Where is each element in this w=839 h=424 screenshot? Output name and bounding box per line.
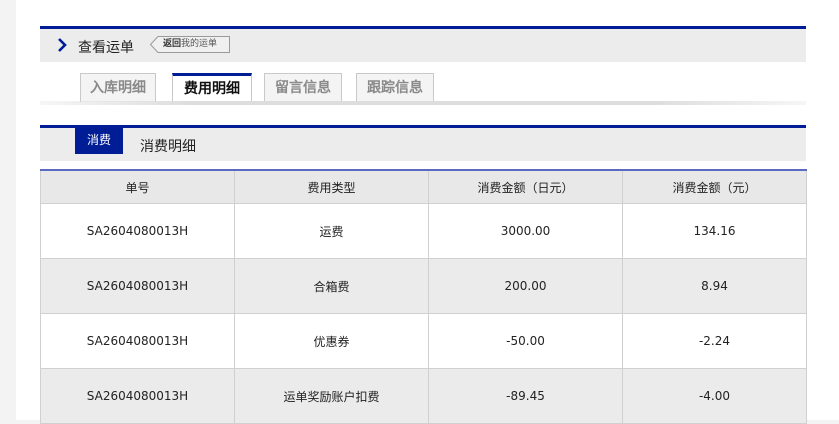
tab-fee-details[interactable]: 费用明细 — [172, 73, 252, 104]
col-amount-jpy: 消费金额（日元） — [428, 169, 623, 204]
section-title: 消费明细 — [140, 139, 196, 155]
col-amount-cny: 消费金额（元） — [622, 169, 807, 204]
cell-amount-cny: -4.00 — [622, 368, 807, 424]
section-header: 消费 消费明细 — [40, 125, 806, 161]
cell-amount-jpy: -50.00 — [428, 313, 623, 369]
back-label-bold: 返回 — [162, 39, 181, 49]
content-panel: 查看运单 返回我的运单 入库明细 费用明细 留言信息 跟踪信息 消费 消费明细 … — [16, 0, 839, 424]
fee-table: 单号 费用类型 消费金额（日元） 消费金额（元） SA2604080013H 运… — [40, 169, 807, 424]
col-order-no: 单号 — [40, 169, 235, 204]
cell-amount-jpy: -89.45 — [428, 368, 623, 424]
cell-fee-type: 优惠券 — [234, 313, 429, 369]
table-header-row: 单号 费用类型 消费金额（日元） 消费金额（元） — [40, 169, 807, 204]
cell-amount-cny: 134.16 — [622, 203, 807, 259]
tab-messages[interactable]: 留言信息 — [264, 73, 342, 102]
col-fee-type: 费用类型 — [234, 169, 429, 204]
cell-order-no: SA2604080013H — [40, 368, 235, 424]
cell-fee-type: 运费 — [234, 203, 429, 259]
tab-tracking[interactable]: 跟踪信息 — [356, 73, 434, 102]
table-row: SA2604080013H 运单奖励账户扣费 -89.45 -4.00 — [40, 368, 807, 424]
cell-amount-jpy: 3000.00 — [428, 203, 623, 259]
page-header: 查看运单 返回我的运单 — [40, 26, 806, 62]
table-row: SA2604080013H 运费 3000.00 134.16 — [40, 203, 807, 259]
cell-amount-cny: -2.24 — [622, 313, 807, 369]
cell-order-no: SA2604080013H — [40, 313, 235, 369]
cell-fee-type: 运单奖励账户扣费 — [234, 368, 429, 424]
cell-order-no: SA2604080013H — [40, 203, 235, 259]
table-row: SA2604080013H 优惠券 -50.00 -2.24 — [40, 313, 807, 369]
cell-amount-jpy: 200.00 — [428, 258, 623, 314]
cell-amount-cny: 8.94 — [622, 258, 807, 314]
table-row: SA2604080013H 合箱费 200.00 8.94 — [40, 258, 807, 314]
back-to-my-waybills-button[interactable]: 返回我的运单 — [150, 36, 230, 53]
tab-inbound-details[interactable]: 入库明细 — [80, 73, 156, 102]
page-title: 查看运单 — [78, 40, 134, 56]
cell-order-no: SA2604080013H — [40, 258, 235, 314]
chevron-right-icon — [58, 38, 67, 52]
section-badge: 消费 — [75, 127, 123, 154]
tab-underline — [40, 101, 806, 105]
cell-fee-type: 合箱费 — [234, 258, 429, 314]
back-label-rest: 我的运单 — [181, 39, 218, 49]
